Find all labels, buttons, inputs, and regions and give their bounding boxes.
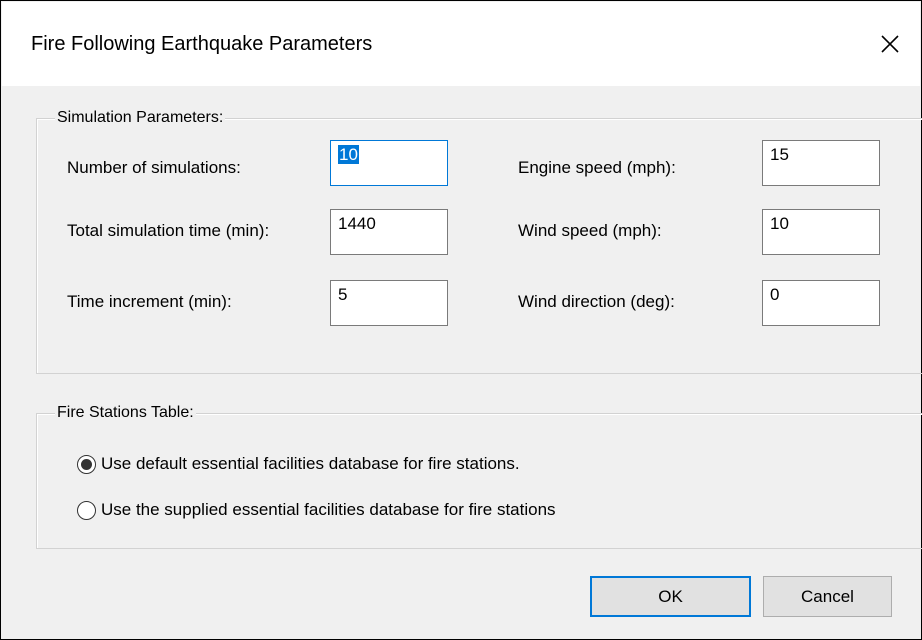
radio-selected-dot	[81, 458, 92, 470]
ok-button[interactable]: OK	[590, 576, 751, 617]
num-simulations-input[interactable]: 10	[330, 140, 448, 186]
radio-supplied-circle	[77, 500, 96, 520]
engine-speed-value: 15	[770, 145, 789, 164]
radio-default-label: Use default essential facilities databas…	[101, 454, 520, 473]
fire-stations-legend: Fire Stations Table:	[55, 403, 196, 423]
close-button[interactable]	[860, 16, 920, 72]
wind-direction-value: 0	[770, 285, 780, 304]
simulation-parameters-legend: Simulation Parameters:	[55, 108, 226, 128]
time-increment-input[interactable]: 5	[330, 280, 448, 326]
total-time-label: Total simulation time (min):	[67, 221, 270, 240]
total-time-value: 1440	[338, 214, 376, 233]
engine-speed-label: Engine speed (mph):	[518, 158, 676, 177]
cancel-button[interactable]: Cancel	[763, 576, 892, 617]
wind-speed-label: Wind speed (mph):	[518, 221, 662, 240]
fire-stations-group: Fire Stations Table:	[36, 403, 922, 549]
wind-speed-value: 10	[770, 214, 789, 233]
engine-speed-input[interactable]: 15	[762, 140, 880, 186]
radio-default-database[interactable]: Use default essential facilities databas…	[77, 454, 520, 474]
radio-supplied-database[interactable]: Use the supplied essential facilities da…	[77, 500, 556, 520]
dialog-window: Fire Following Earthquake Parameters Sim…	[0, 0, 922, 640]
radio-supplied-label: Use the supplied essential facilities da…	[101, 500, 556, 519]
radio-default-circle	[77, 454, 96, 474]
num-simulations-label: Number of simulations:	[67, 158, 241, 177]
dialog-title: Fire Following Earthquake Parameters	[31, 33, 373, 55]
wind-speed-input[interactable]: 10	[762, 209, 880, 255]
time-increment-value: 5	[338, 285, 348, 304]
title-bar: Fire Following Earthquake Parameters	[2, 2, 920, 86]
num-simulations-value: 10	[338, 145, 359, 164]
time-increment-label: Time increment (min):	[67, 292, 232, 311]
wind-direction-input[interactable]: 0	[762, 280, 880, 326]
total-time-input[interactable]: 1440	[330, 209, 448, 255]
wind-direction-label: Wind direction (deg):	[518, 292, 675, 311]
close-icon	[881, 35, 899, 53]
